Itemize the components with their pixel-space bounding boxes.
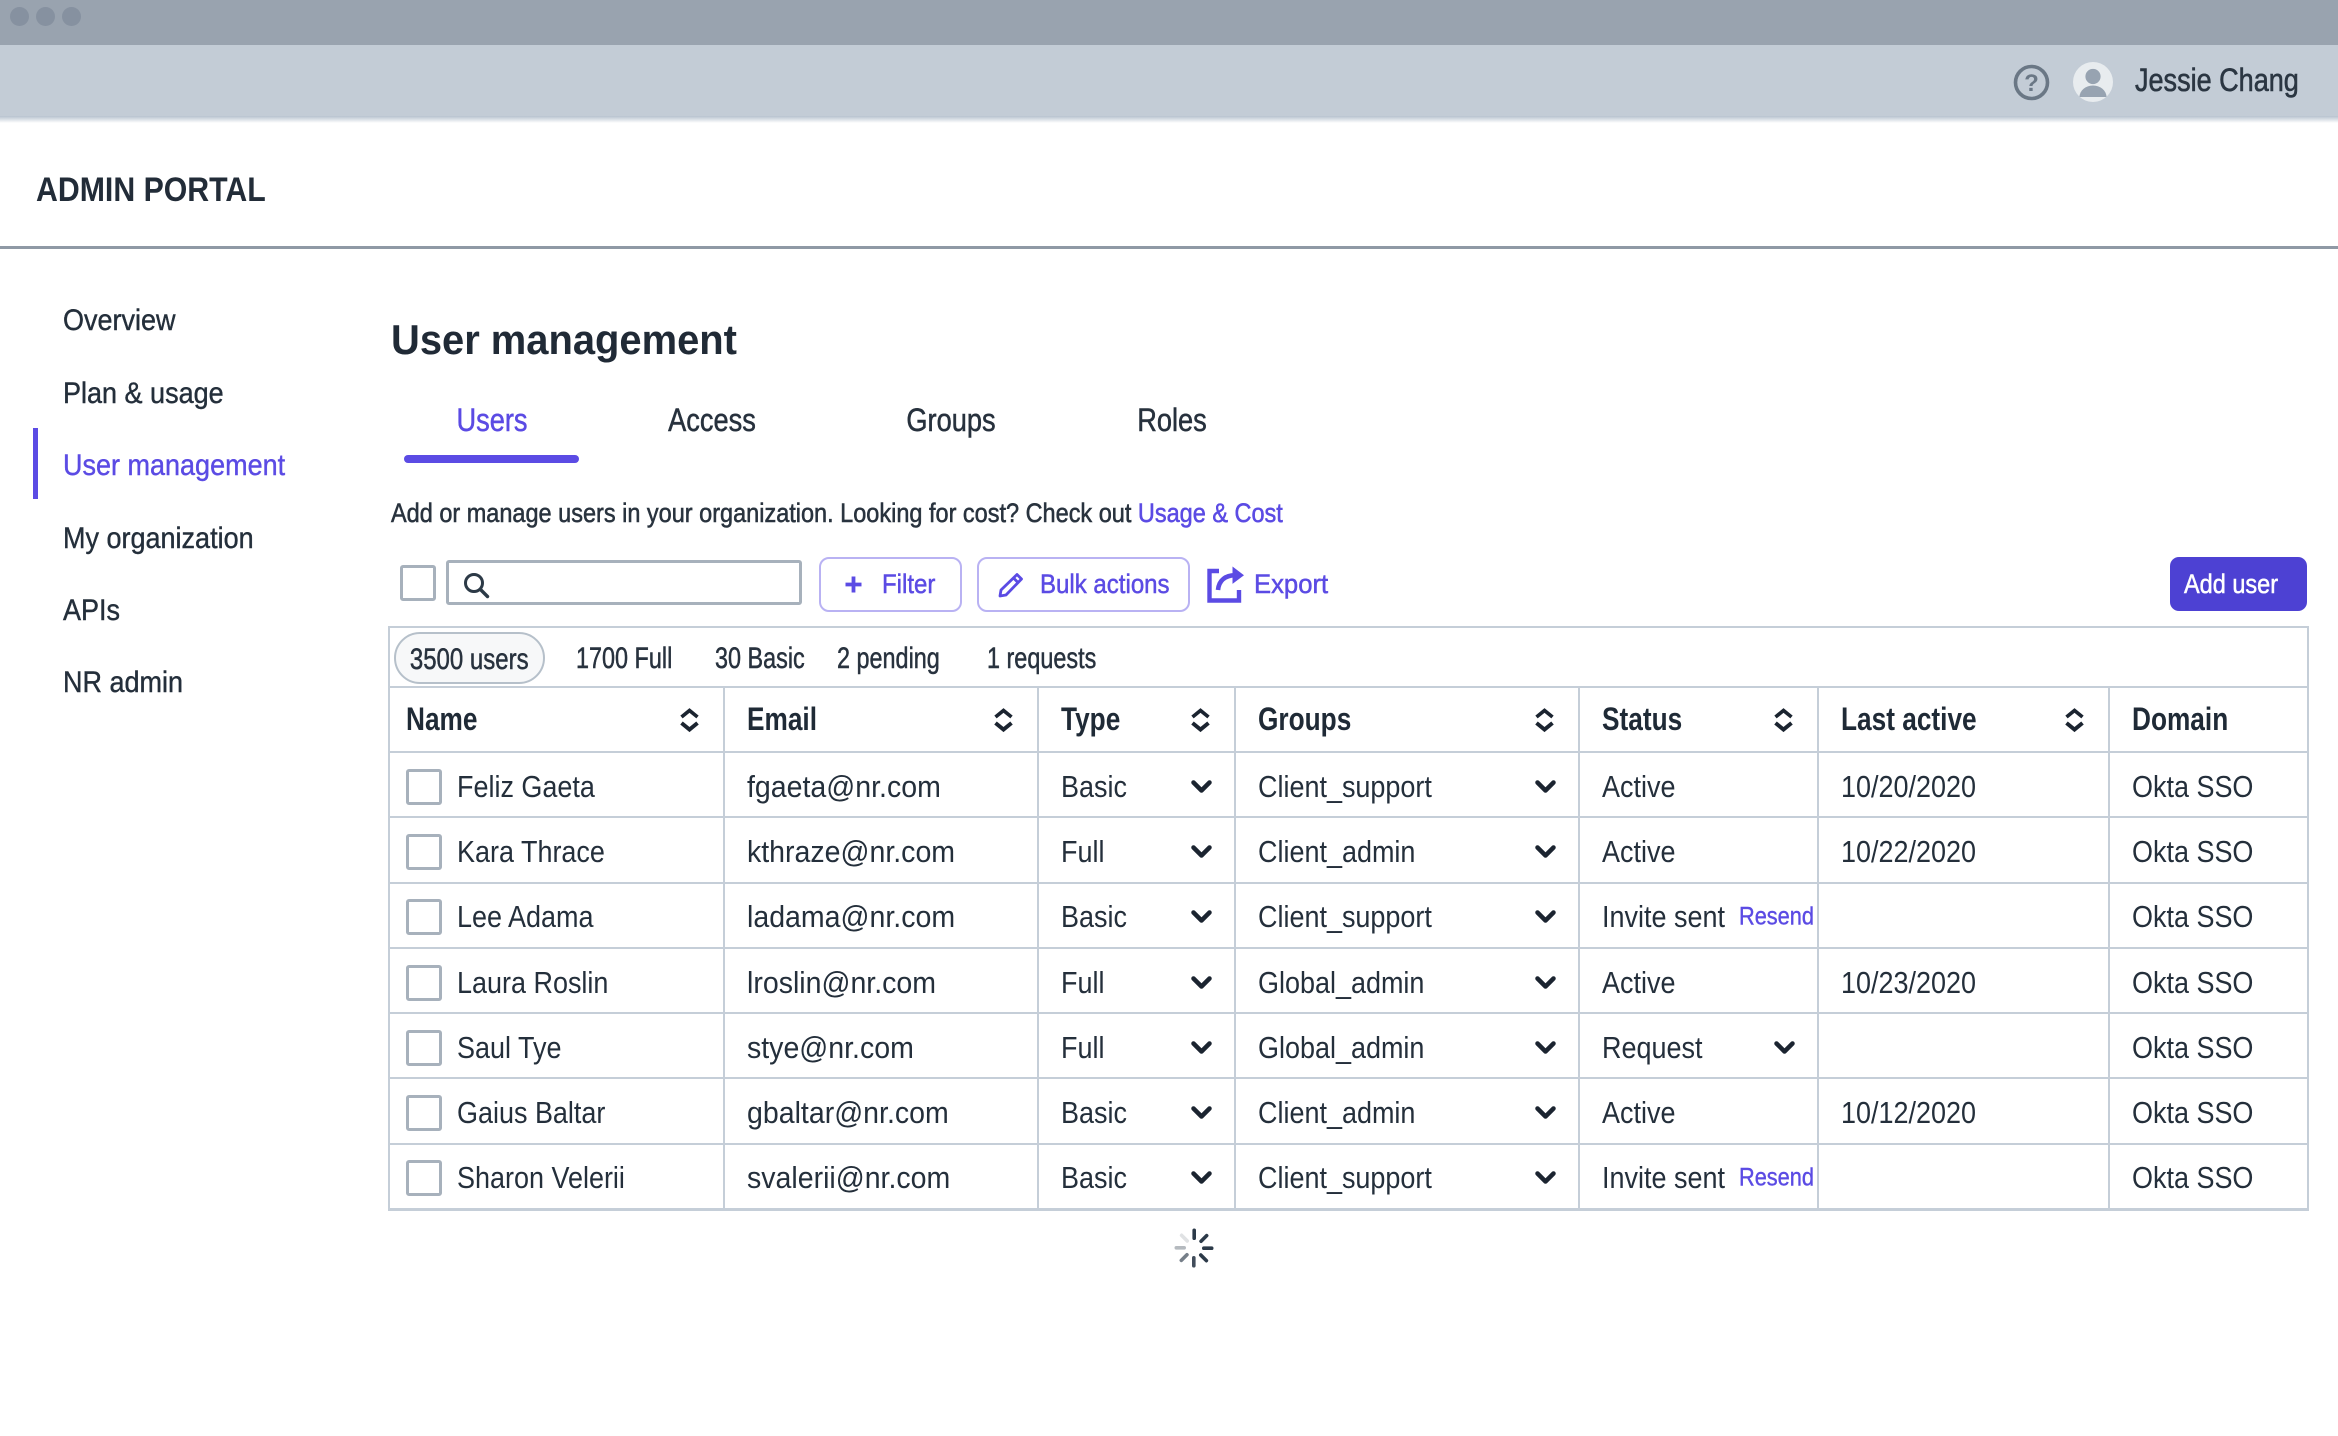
svg-text:?: ? <box>2024 70 2039 97</box>
